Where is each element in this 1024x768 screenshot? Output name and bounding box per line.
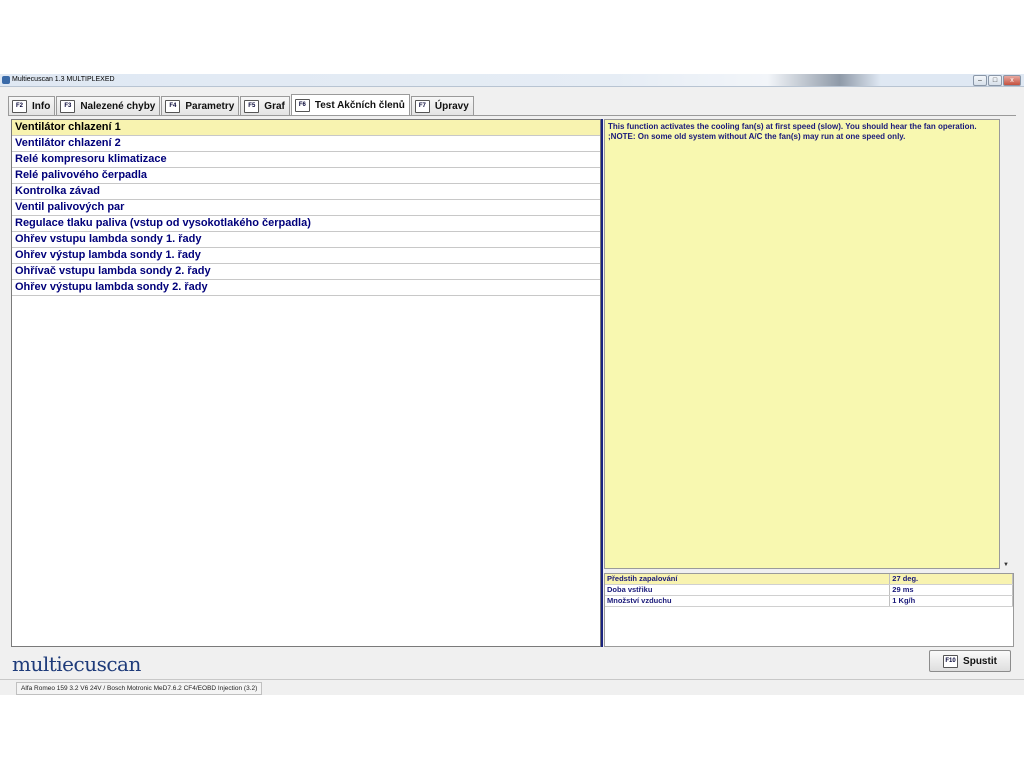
description-line-2: ;NOTE: On some old system without A/C th… [608,132,906,141]
list-item[interactable]: Ventilátor chlazení 1 [12,120,600,136]
maximize-button[interactable]: □ [988,75,1002,86]
list-item[interactable]: Relé palivového čerpadla [12,168,600,184]
table-row: Doba vstřiku 29 ms [605,585,1013,596]
list-item[interactable]: Ohřev výstupu lambda sondy 2. řady [12,280,600,296]
close-button[interactable]: x [1003,75,1021,86]
tab-parameters[interactable]: F4 Parametry [161,96,240,115]
table-row: Množství vzduchu 1 Kg/h [605,596,1013,607]
window-controls: – □ x [973,75,1021,86]
window-title: Multiecuscan 1.3 MULTIPLEXED [12,76,115,83]
list-item[interactable]: Ventil palivových par [12,200,600,216]
list-item[interactable]: Ventilátor chlazení 2 [12,136,600,152]
tab-label: Test Akčních členů [314,100,405,111]
parameter-value: 1 Kg/h [890,596,1013,606]
run-button[interactable]: F10 Spustit [929,650,1011,672]
parameter-name: Doba vstřiku [605,585,891,595]
panel-splitter[interactable] [601,119,603,647]
f2-key-icon: F2 [12,99,27,113]
f4-key-icon: F4 [165,99,181,113]
f10-key-icon: F10 [943,654,959,668]
tab-label: Nalezené chyby [80,100,156,112]
list-item[interactable]: Ohřívač vstupu lambda sondy 2. řady [12,264,600,280]
scroll-down-icon[interactable]: ▼ [1003,562,1009,568]
vehicle-status: Alfa Romeo 159 3.2 V6 24V / Bosch Motron… [16,682,263,695]
tab-label: Info [32,100,51,112]
app-icon [2,76,10,84]
parameter-value: 29 ms [890,585,1013,595]
tab-actuator-test[interactable]: F6 Test Akčních členů [290,94,410,116]
status-bar: Alfa Romeo 159 3.2 V6 24V / Bosch Motron… [0,679,1024,695]
parameter-name: Množství vzduchu [605,596,891,606]
list-item[interactable]: Regulace tlaku paliva (vstup od vysokotl… [12,216,600,232]
list-item[interactable]: Ohřev výstup lambda sondy 1. řady [12,248,600,264]
tab-label: Úpravy [434,100,469,112]
description-panel: This function activates the cooling fan(… [604,119,1000,569]
f5-key-icon: F5 [244,99,260,113]
list-item[interactable]: Kontrolka závad [12,184,600,200]
tab-label: Parametry [185,100,235,112]
list-item[interactable]: Ohřev vstupu lambda sondy 1. řady [12,232,600,248]
parameter-table: Předstih zapalování 27 deg. Doba vstřiku 29… [604,573,1014,647]
tab-errors[interactable]: F3 Nalezené chyby [56,96,161,115]
tab-info[interactable]: F2 Info [8,96,56,115]
parameter-value: 27 deg. [890,574,1013,584]
tab-adjustments[interactable]: F7 Úpravy [410,96,474,115]
table-row: Předstih zapalování 27 deg. [605,574,1013,585]
tab-label: Graf [264,100,285,112]
app-window: Multiecuscan 1.3 MULTIPLEXED – □ x F2 In… [0,74,1024,695]
list-item[interactable]: Relé kompresoru klimatizace [12,152,600,168]
f3-key-icon: F3 [60,99,76,113]
f6-key-icon: F6 [294,99,310,112]
actuator-list[interactable]: Ventilátor chlazení 1 Ventilátor chlazení… [11,119,601,647]
description-line-1: This function activates the cooling fan(… [608,122,977,131]
tab-bar: F2 Info F3 Nalezené chyby F4 Parametry F… [8,93,475,116]
f7-key-icon: F7 [414,99,430,113]
tab-graph[interactable]: F5 Graf [240,96,290,115]
parameter-name: Předstih zapalování [605,574,891,584]
run-button-label: Spustit [963,655,997,667]
multiecuscan-logo: multiecuscan [12,652,141,676]
title-bar: Multiecuscan 1.3 MULTIPLEXED – □ x [0,74,1024,87]
minimize-button[interactable]: – [973,75,987,86]
